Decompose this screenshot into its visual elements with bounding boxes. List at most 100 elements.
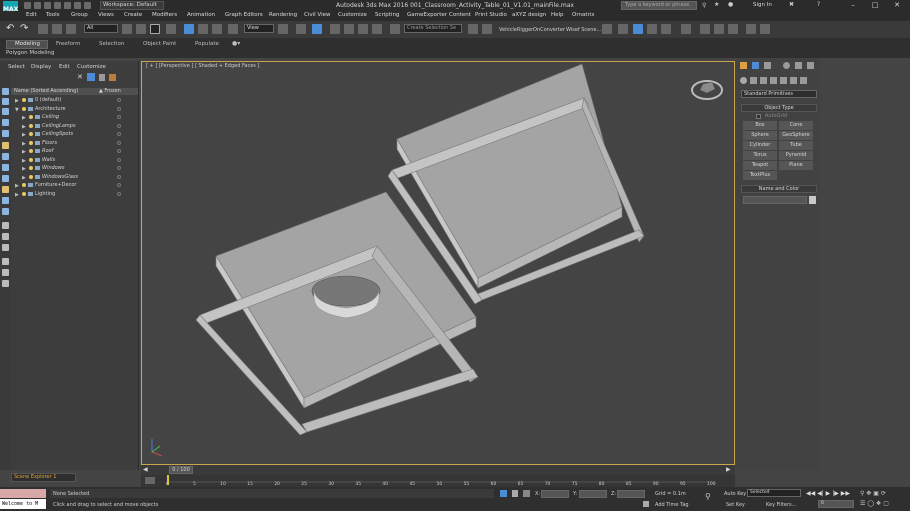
expand-toggle-icon[interactable]: ▶ — [15, 191, 19, 200]
curve-editor-icon[interactable] — [647, 24, 657, 34]
systems-category-icon[interactable] — [800, 77, 807, 84]
object-type-rollout[interactable]: Object Type — [741, 104, 817, 112]
visibility-bulb-icon[interactable] — [29, 123, 33, 128]
workspace-dropdown[interactable]: Workspace: Default — [100, 1, 164, 10]
mini-curve-editor-icon[interactable] — [145, 477, 155, 484]
scene-explorer-row[interactable]: ▶ CeilingLamps — [11, 122, 138, 131]
display-tab-icon[interactable] — [795, 62, 802, 69]
window-crossing-icon[interactable] — [166, 24, 176, 34]
menu-gameexporter[interactable]: GameExporter — [407, 12, 447, 18]
pivot-center-icon[interactable] — [278, 24, 288, 34]
maximize-button[interactable]: □ — [864, 0, 886, 11]
cone-button[interactable]: Cone — [779, 121, 813, 130]
placement-icon[interactable] — [228, 24, 238, 34]
percent-snap-icon[interactable] — [358, 24, 368, 34]
frozen-toggle-icon[interactable] — [117, 132, 121, 136]
sign-in-link[interactable]: Sign In — [753, 2, 772, 8]
tab-freeform[interactable]: Freeform — [56, 41, 81, 47]
frozen-toggle-icon[interactable] — [117, 115, 121, 119]
playback-controls-icon[interactable]: ◀◀ ◀| ▶ |▶ ▶▶ — [806, 490, 850, 497]
scene-explorer-row[interactable]: ▶ Floors — [11, 139, 138, 148]
render-setup-icon[interactable] — [700, 24, 710, 34]
select-by-name-icon[interactable] — [136, 24, 146, 34]
display-xrefs-icon[interactable] — [2, 197, 9, 204]
se-menu-display[interactable]: Display — [31, 64, 51, 70]
se-menu-edit[interactable]: Edit — [59, 64, 70, 70]
display-cameras-icon[interactable] — [2, 153, 9, 160]
y-coordinate-field[interactable] — [579, 490, 607, 498]
visibility-bulb-icon[interactable] — [29, 149, 33, 153]
se-col-name[interactable]: Name (Sorted Ascending) — [14, 88, 78, 95]
tab-modeling[interactable]: Modeling — [15, 41, 40, 47]
tab-selection[interactable]: Selection — [99, 41, 124, 47]
create-tab-icon[interactable] — [740, 62, 747, 69]
visibility-bulb-icon[interactable] — [29, 157, 33, 162]
menu-help[interactable]: Help — [551, 12, 564, 18]
z-coordinate-field[interactable] — [617, 490, 645, 498]
layer-name[interactable]: CeilingLamps — [42, 122, 76, 131]
layer-name[interactable]: Lighting — [35, 190, 55, 199]
spinner-snap-icon[interactable] — [372, 24, 382, 34]
menu-customize[interactable]: Customize — [338, 12, 367, 18]
minimize-button[interactable]: – — [842, 0, 864, 11]
isolate-selection-icon[interactable] — [500, 490, 507, 497]
geosphere-button[interactable]: GeoSphere — [779, 131, 813, 140]
search-icon[interactable]: ⚲ — [702, 2, 706, 9]
menu-views[interactable]: Views — [98, 12, 114, 18]
object-color-swatch[interactable] — [809, 196, 816, 204]
frozen-toggle-icon[interactable] — [117, 140, 121, 145]
hierarchy-tab-icon[interactable] — [764, 62, 771, 69]
sort-icon[interactable] — [2, 269, 9, 276]
frozen-toggle-icon[interactable] — [117, 123, 121, 128]
name-and-color-rollout[interactable]: Name and Color — [741, 185, 817, 193]
textplus-button[interactable]: TextPlus — [743, 171, 777, 180]
menu-content[interactable]: Content — [449, 12, 471, 18]
mirror-icon[interactable] — [468, 24, 478, 34]
visibility-bulb-icon[interactable] — [22, 98, 26, 102]
time-slider[interactable]: 0 / 100 ◀ ▶ — [141, 465, 735, 475]
time-prev-icon[interactable]: ◀ — [143, 466, 148, 473]
infocenter-icon[interactable]: ★ — [714, 1, 719, 8]
select-manipulate-icon[interactable] — [296, 24, 306, 34]
spacewarps-category-icon[interactable] — [790, 77, 797, 84]
frozen-toggle-icon[interactable] — [117, 149, 121, 153]
select-and-scale-icon[interactable] — [212, 24, 222, 34]
align-icon[interactable] — [482, 24, 492, 34]
frozen-toggle-icon[interactable] — [117, 106, 121, 111]
layer-name[interactable]: WindowsGlass — [42, 173, 78, 182]
display-spacewarps-icon[interactable] — [2, 175, 9, 182]
object-name-input[interactable] — [743, 196, 807, 204]
pyramid-button[interactable]: Pyramid — [779, 151, 813, 160]
scene-explorer-row[interactable]: ▶ WindowsGlass — [11, 173, 138, 182]
frozen-toggle-icon[interactable] — [117, 183, 121, 187]
menu-ornatrix[interactable]: Ornatrix — [572, 12, 595, 18]
layer-explorer-icon[interactable] — [618, 24, 628, 34]
rendered-frame-window-icon[interactable] — [714, 24, 724, 34]
scene-explorer-row[interactable]: ▶ Roof — [11, 147, 138, 156]
visibility-bulb-icon[interactable] — [29, 166, 33, 170]
selection-lock-icon[interactable] — [512, 490, 518, 497]
frozen-toggle-icon[interactable] — [117, 166, 121, 170]
layer-name[interactable]: Ceiling — [42, 113, 59, 122]
filter-icon[interactable] — [2, 258, 9, 265]
layer-name[interactable]: Walls — [42, 156, 55, 165]
layer-name[interactable]: Architecture — [35, 105, 66, 114]
invert-display-icon[interactable] — [2, 108, 9, 115]
display-helpers-icon[interactable] — [2, 164, 9, 171]
vehiclerigger-plugin[interactable]: VehicleRigger — [499, 27, 533, 33]
display-containers-icon[interactable] — [2, 222, 9, 229]
layer-name[interactable]: Windows — [42, 164, 64, 173]
visibility-bulb-icon[interactable] — [29, 174, 33, 179]
save-file-icon[interactable] — [44, 2, 51, 9]
modify-tab-icon[interactable] — [752, 62, 759, 69]
help-icon[interactable]: ? — [817, 1, 820, 8]
link-icon[interactable] — [38, 24, 48, 34]
schematic-view-icon[interactable] — [661, 24, 671, 34]
key-icon[interactable]: ⚲ — [705, 492, 711, 501]
autogrid-checkbox[interactable] — [756, 114, 761, 119]
display-bones-icon[interactable] — [2, 208, 9, 215]
visibility-bulb-icon[interactable] — [29, 140, 33, 145]
time-next-icon[interactable]: ▶ — [726, 466, 731, 473]
activeshade-icon[interactable] — [760, 24, 770, 34]
frozen-toggle-icon[interactable] — [117, 157, 121, 162]
